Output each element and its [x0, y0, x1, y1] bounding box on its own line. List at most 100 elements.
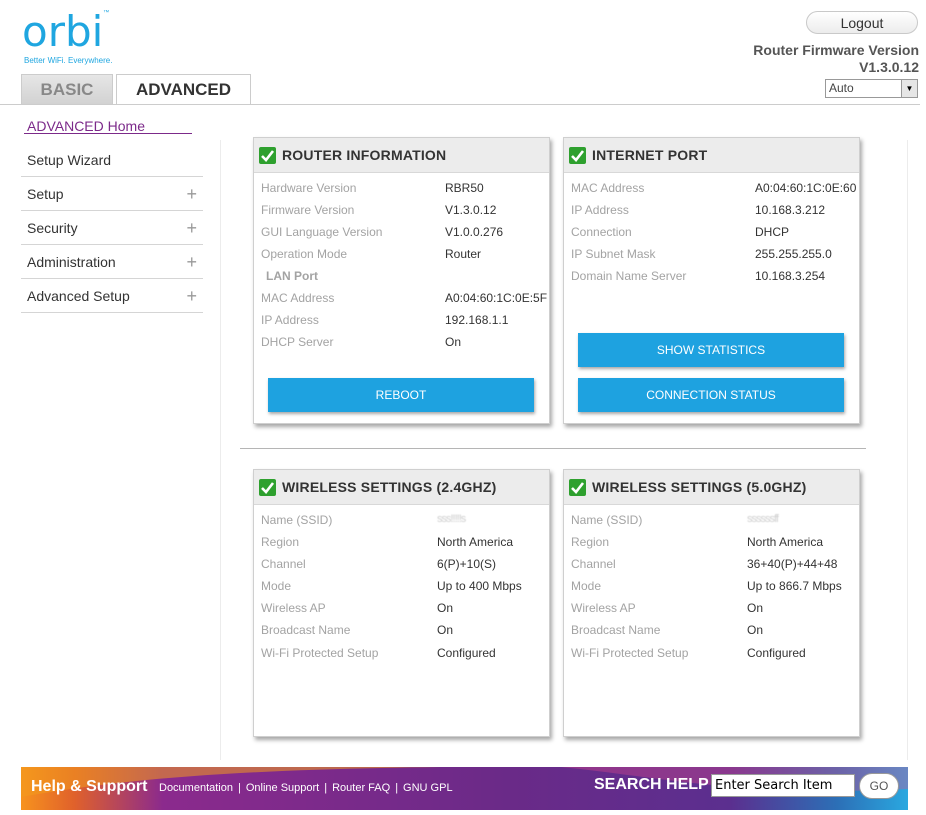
tab-basic[interactable]: BASIC: [21, 74, 113, 104]
sidebar-item-label: Administration: [27, 254, 116, 270]
info-value: A0:04:60:1C:0E:5F: [445, 291, 548, 305]
footer-link-router-faq[interactable]: Router FAQ: [332, 782, 390, 794]
sidebar-item-administration[interactable]: Administration +: [21, 245, 203, 279]
sidebar-item-setup-wizard[interactable]: Setup Wizard: [21, 143, 203, 177]
logout-button[interactable]: Logout: [806, 11, 918, 34]
info-label: Mode: [261, 579, 292, 593]
content-left-border: [220, 140, 221, 760]
go-button[interactable]: GO: [859, 773, 899, 799]
content-right-border: [907, 140, 908, 760]
info-label: IP Address: [261, 313, 319, 327]
info-value: A0:04:60:1C:0E:60: [755, 181, 857, 195]
panel-header: WIRELESS SETTINGS (5.0GHZ): [564, 470, 859, 505]
info-value: On: [437, 601, 454, 615]
tab-advanced[interactable]: ADVANCED: [116, 74, 251, 105]
info-label: Name (SSID): [571, 513, 643, 527]
info-label: Wireless AP: [571, 601, 636, 615]
info-label: Mode: [571, 579, 602, 593]
expand-plus-icon[interactable]: +: [186, 177, 197, 211]
connection-status-button[interactable]: CONNECTION STATUS: [578, 378, 844, 412]
language-select-value: Auto: [829, 81, 854, 95]
info-value: 255.255.255.0: [755, 247, 832, 261]
firmware-version: V1.3.0.12: [859, 59, 919, 75]
info-label: Connection: [571, 225, 632, 239]
expand-plus-icon[interactable]: +: [186, 279, 197, 313]
panel-header: WIRELESS SETTINGS (2.4GHZ): [254, 470, 549, 505]
wireless-50ghz-panel: WIRELESS SETTINGS (5.0GHZ) Name (SSID) s…: [563, 469, 860, 737]
info-label: MAC Address: [571, 181, 645, 195]
link-separator: |: [238, 782, 241, 794]
info-value: On: [445, 335, 462, 349]
panel-header: INTERNET PORT: [564, 138, 859, 173]
sidebar-item-advanced-setup[interactable]: Advanced Setup +: [21, 279, 203, 313]
info-value: Up to 400 Mbps: [437, 579, 522, 593]
link-separator: |: [395, 782, 399, 794]
info-value: V1.3.0.12: [445, 203, 497, 217]
search-input[interactable]: Enter Search Item: [711, 774, 855, 797]
info-value: Up to 866.7 Mbps: [747, 579, 842, 593]
info-label: Wi-Fi Protected Setup: [571, 646, 689, 660]
orbi-logo: orbi™ Better WiFi. Everywhere.: [22, 7, 113, 66]
ssid-value: ssssssff: [747, 513, 779, 525]
expand-plus-icon[interactable]: +: [186, 211, 197, 245]
help-support-title: Help & Support: [31, 778, 148, 795]
info-label: Hardware Version: [261, 181, 357, 195]
info-label: IP Subnet Mask: [571, 247, 656, 261]
show-statistics-button[interactable]: SHOW STATISTICS: [578, 333, 844, 367]
info-value: North America: [747, 535, 824, 549]
info-label: Region: [261, 535, 300, 549]
info-label: DHCP Server: [261, 335, 334, 349]
sidebar-item-advanced-home[interactable]: ADVANCED Home: [27, 118, 145, 134]
check-icon: [569, 479, 586, 496]
info-value: Configured: [437, 646, 496, 660]
footer-link-documentation[interactable]: Documentation: [159, 782, 233, 794]
info-value: 6(P)+10(S): [437, 557, 497, 571]
wireless-24ghz-panel: WIRELESS SETTINGS (2.4GHZ) Name (SSID) s…: [253, 469, 550, 737]
info-value: Configured: [747, 646, 806, 660]
dropdown-arrow-icon[interactable]: ▼: [901, 80, 917, 97]
info-label: Wi-Fi Protected Setup: [261, 646, 379, 660]
panel-title: INTERNET PORT: [592, 147, 708, 163]
info-label: Wireless AP: [261, 601, 326, 615]
sidebar-item-security[interactable]: Security +: [21, 211, 203, 245]
info-value: On: [437, 623, 454, 637]
link-separator: |: [324, 782, 328, 794]
panel-title: ROUTER INFORMATION: [282, 147, 447, 163]
info-value: On: [747, 601, 764, 615]
info-label: GUI Language Version: [261, 225, 383, 239]
panel-title: WIRELESS SETTINGS (2.4GHZ): [282, 479, 497, 495]
info-label: Broadcast Name: [261, 623, 351, 637]
info-label: Broadcast Name: [571, 623, 661, 637]
info-label: IP Address: [571, 203, 629, 217]
panel-title: WIRELESS SETTINGS (5.0GHZ): [592, 479, 807, 495]
logo-wordmark: orbi: [22, 7, 104, 56]
sidebar-item-label: Setup Wizard: [27, 152, 112, 168]
info-value: North America: [437, 535, 514, 549]
footer-link-online-support[interactable]: Online Support: [246, 782, 319, 794]
language-select[interactable]: Auto ▼: [825, 79, 918, 98]
reboot-button[interactable]: REBOOT: [268, 378, 534, 412]
ssid-value: sss!!!!!s: [437, 513, 466, 525]
firmware-title: Router Firmware Version: [753, 42, 919, 58]
section-divider: [240, 448, 866, 449]
check-icon: [259, 479, 276, 496]
search-help-label: SEARCH HELP: [594, 776, 709, 793]
internet-port-panel: INTERNET PORT MAC Address A0:04:60:1C:0E…: [563, 137, 860, 424]
sidebar-home-underline: [24, 133, 192, 134]
logo-tagline: Better WiFi. Everywhere.: [24, 56, 113, 65]
info-label: MAC Address: [261, 291, 335, 305]
sidebar-item-setup[interactable]: Setup +: [21, 177, 203, 211]
sidebar-item-label: Setup: [27, 186, 64, 202]
sidebar-item-label: Advanced Setup: [27, 288, 130, 304]
info-label: Name (SSID): [261, 513, 333, 527]
info-value: Router: [445, 247, 482, 261]
footer-link-gnu-gpl[interactable]: GNU GPL: [403, 782, 453, 794]
info-value: 36+40(P)+44+48: [747, 557, 838, 571]
info-value: 10.168.3.254: [755, 269, 826, 283]
expand-plus-icon[interactable]: +: [186, 245, 197, 279]
sidebar-item-label: Security: [27, 220, 78, 236]
lan-port-heading: LAN Port: [266, 269, 318, 283]
info-value: V1.0.0.276: [445, 225, 504, 239]
check-icon: [259, 147, 276, 164]
info-label: Operation Mode: [261, 247, 348, 261]
